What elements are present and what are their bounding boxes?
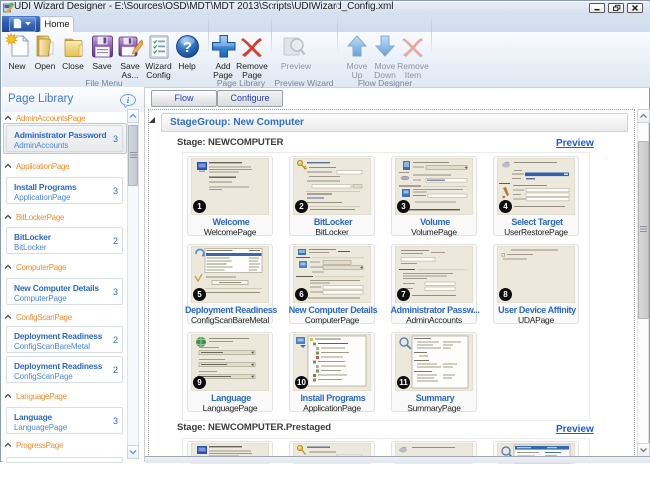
svg-text:?: ?	[183, 39, 192, 56]
